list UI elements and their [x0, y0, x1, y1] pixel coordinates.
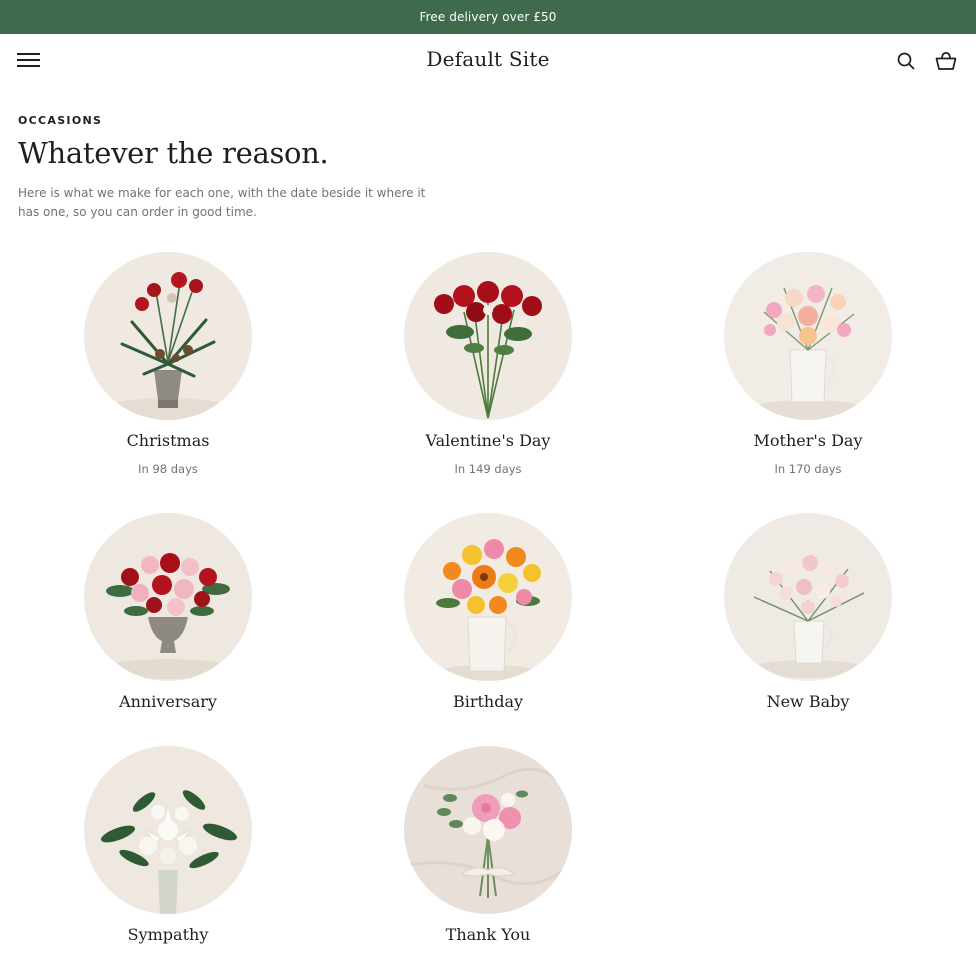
occasion-card-mothers-day[interactable]: Mother's Day In 170 days [678, 252, 938, 476]
occasion-card-new-baby[interactable]: New Baby [678, 513, 938, 711]
search-button[interactable] [895, 50, 917, 72]
search-icon [897, 52, 915, 70]
announcement-bar: Free delivery over £50 [0, 0, 976, 34]
occasion-name: New Baby [766, 692, 850, 711]
site-title[interactable]: Default Site [0, 47, 976, 71]
occasion-name: Mother's Day [753, 431, 863, 450]
occasion-countdown: In 170 days [774, 462, 842, 476]
occasion-image-birthday [404, 513, 572, 681]
occasion-image-thank-you [404, 746, 572, 914]
occasion-image-christmas [84, 252, 252, 420]
occasion-card-thank-you[interactable]: Thank You [358, 746, 618, 944]
occasion-card-sympathy[interactable]: Sympathy [38, 746, 298, 944]
occasion-name: Birthday [452, 692, 524, 711]
occasion-image-sympathy [84, 746, 252, 914]
occasion-name: Sympathy [127, 925, 209, 944]
occasion-card-birthday[interactable]: Birthday [358, 513, 618, 711]
occasion-card-anniversary[interactable]: Anniversary [38, 513, 298, 711]
occasion-countdown: In 98 days [138, 462, 198, 476]
occasion-name: Valentine's Day [425, 431, 551, 450]
occasion-image-valentines-day [404, 252, 572, 420]
occasion-image-new-baby [724, 513, 892, 681]
occasion-card-christmas[interactable]: Christmas In 98 days [38, 252, 298, 476]
occasion-name: Thank You [445, 925, 531, 944]
occasion-countdown: In 149 days [454, 462, 522, 476]
occasion-image-anniversary [84, 513, 252, 681]
cart-button[interactable] [934, 50, 957, 72]
announcement-text: Free delivery over £50 [419, 10, 557, 24]
occasions-section: OCCASIONS Whatever the reason. Here is w… [0, 114, 976, 222]
site-header: Default Site [0, 34, 976, 88]
section-intro: Here is what we make for each one, with … [18, 185, 426, 219]
section-eyebrow: OCCASIONS [18, 114, 103, 127]
occasion-image-mothers-day [724, 252, 892, 420]
shopping-basket-icon [935, 52, 957, 70]
occasion-card-valentines-day[interactable]: Valentine's Day In 149 days [358, 252, 618, 476]
section-heading: Whatever the reason. [18, 136, 329, 170]
occasion-name: Christmas [126, 431, 210, 450]
occasion-name: Anniversary [119, 692, 217, 711]
